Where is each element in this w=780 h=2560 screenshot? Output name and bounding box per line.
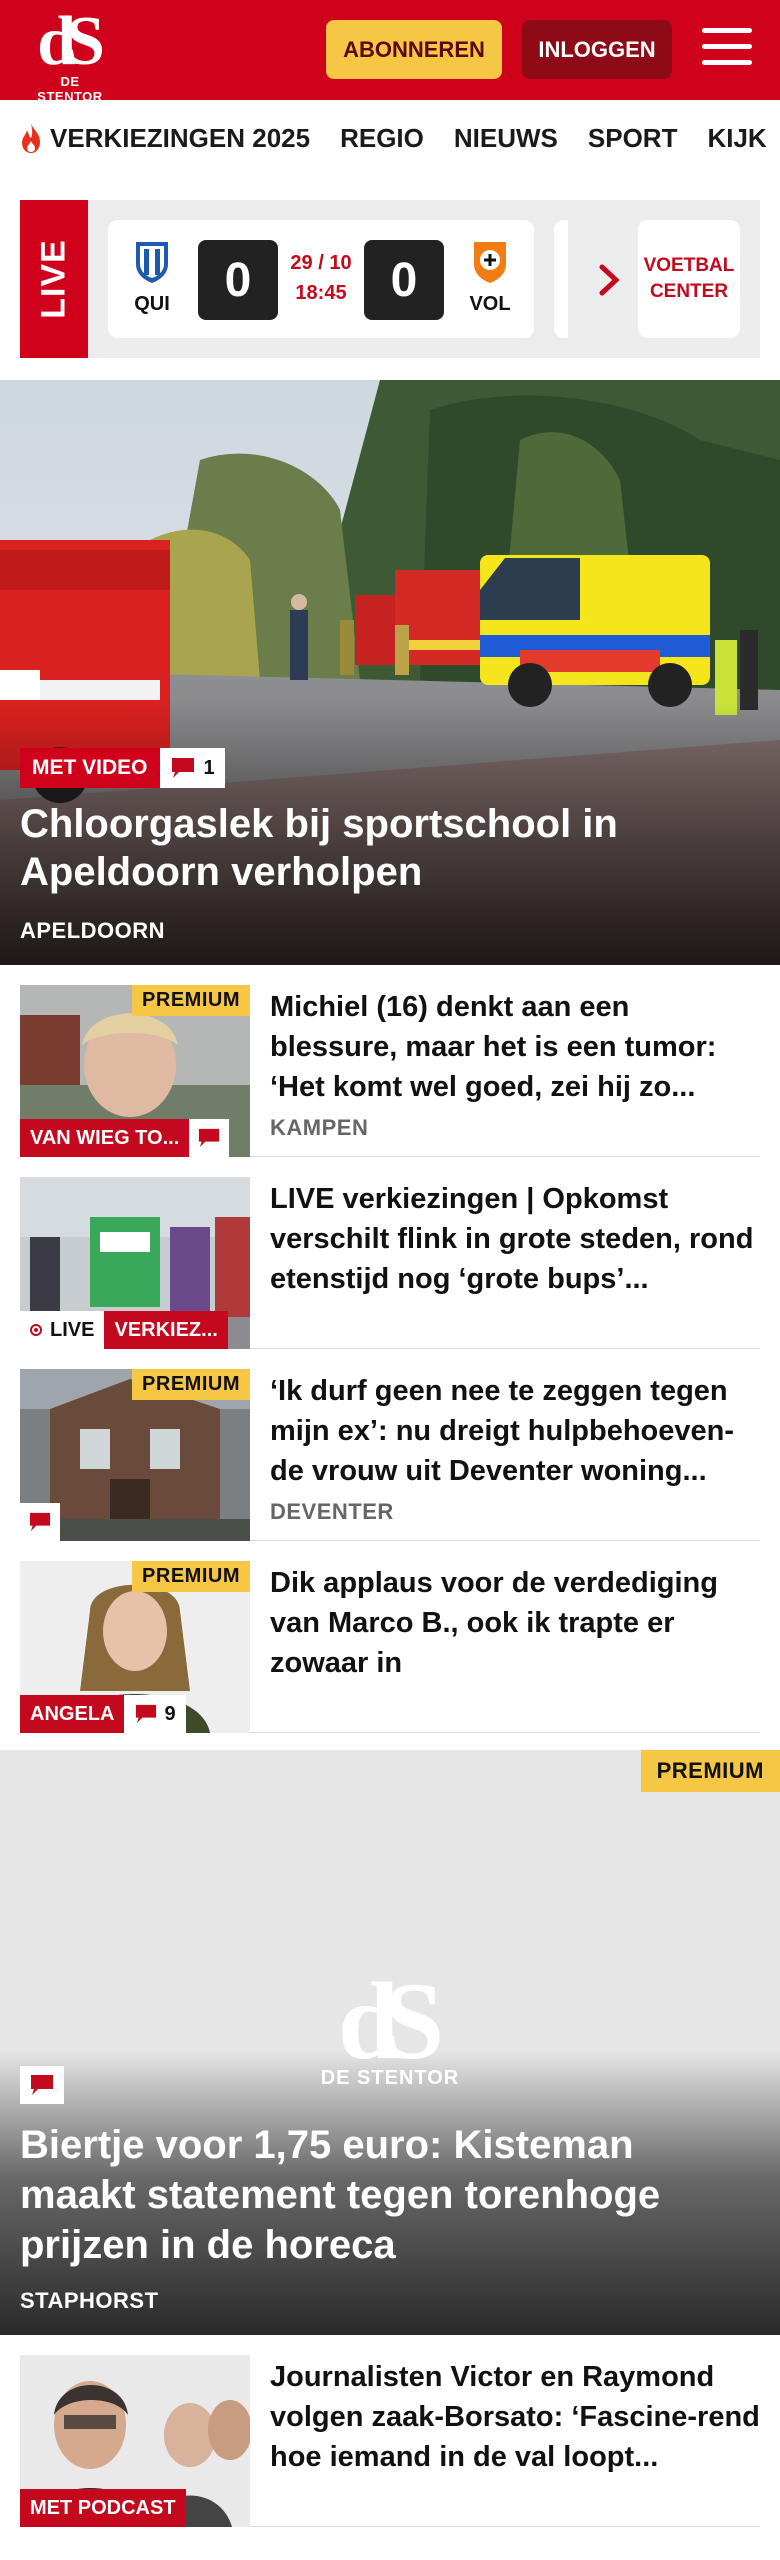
home-score: 0 [198, 240, 278, 320]
featured-location: STAPHORST [20, 2288, 159, 2313]
comment-count-badge[interactable]: 1 [159, 748, 225, 788]
match-time: 18:45 [295, 282, 347, 304]
live-scores-widget: LIVE QUI 0 29 / 10 18:45 0 VOL VOETBAL C… [20, 200, 760, 358]
article-title[interactable]: Dik applaus voor de verdediging van Marc… [270, 1563, 760, 1683]
nav-item-nieuws[interactable]: NIEUWS [454, 123, 558, 154]
live-dot-icon [30, 1324, 42, 1336]
live-tab: LIVE [20, 200, 88, 358]
placeholder-logo: dS DE STENTOR [320, 1966, 460, 2090]
home-team-crest-icon [136, 242, 168, 283]
live-label: LIVE [34, 239, 73, 319]
nav-item-label: VERKIEZINGEN 2025 [50, 122, 311, 153]
list-item[interactable]: PREMIUM VAN WIEG TO... Michiel (16) denk… [20, 965, 760, 1157]
list-item[interactable]: PREMIUM ‘Ik durf geen nee te zeggen tege… [20, 1349, 760, 1541]
hero-article[interactable]: MET VIDEO 1 Chloorgaslek bij sportschool… [0, 380, 780, 965]
match-card[interactable]: QUI 0 29 / 10 18:45 0 VOL [108, 220, 534, 338]
comment-count: 9 [164, 1702, 176, 1725]
voetbal-center-button[interactable]: VOETBAL CENTER [638, 220, 740, 338]
featured-title[interactable]: Biertje voor 1,75 euro: Kisteman maakt s… [20, 2120, 740, 2270]
match-datetime: 29 / 10 18:45 [286, 248, 356, 308]
list-item[interactable]: PREMIUM ANGELA 9 Dik applaus voor de ver… [20, 1541, 760, 1733]
match-date: 29 / 10 [290, 252, 352, 274]
hero-badges: MET VIDEO 1 [20, 748, 225, 788]
thumbnail-badges: MET PODCAST [20, 2489, 186, 2527]
flame-icon [22, 123, 40, 153]
comment-count: 1 [203, 756, 215, 779]
podcast-tag[interactable]: MET PODCAST [20, 2489, 186, 2527]
logo-mark: dS [37, 3, 105, 80]
chevron-right-icon[interactable] [590, 255, 630, 305]
article-title[interactable]: Michiel (16) denkt aan een blessure, maa… [270, 987, 760, 1107]
live-badge-label: LIVE [50, 1318, 95, 1341]
login-button[interactable]: INLOGGEN [522, 20, 672, 79]
premium-badge: PREMIUM [132, 985, 250, 1016]
away-team: VOL [460, 240, 520, 316]
comment-icon [136, 1704, 157, 1724]
away-team-crest-icon [474, 242, 506, 283]
main-nav: VERKIEZINGEN 2025 REGIO NIEUWS SPORT KIJ… [0, 100, 780, 176]
away-team-name: VOL [469, 293, 511, 315]
article-thumbnail: PREMIUM ANGELA 9 [20, 1561, 250, 1733]
nav-item-sport[interactable]: SPORT [588, 123, 678, 154]
featured-article[interactable]: PREMIUM dS DE STENTOR Biertje voor 1,75 … [0, 1750, 780, 2335]
home-team: QUI [122, 240, 182, 316]
premium-badge: PREMIUM [132, 1369, 250, 1400]
comment-icon [31, 2075, 53, 2095]
article-location: KAMPEN [270, 1115, 369, 1140]
hero-title[interactable]: Chloorgaslek bij sportschool in Apeldoor… [20, 800, 740, 896]
nav-item-regio[interactable]: REGIO [340, 123, 424, 154]
top-bar: dS DE STENTOR ABONNEREN INLOGGEN [0, 0, 780, 105]
logo[interactable]: dS DE STENTOR [28, 7, 112, 105]
nav-item-kijk[interactable]: KIJK [707, 123, 766, 154]
comment-icon [199, 1128, 220, 1148]
comment-badge[interactable] [20, 1503, 60, 1541]
list-item[interactable]: LIVE VERKIEZ... LIVE verkiezingen | Opko… [20, 1157, 760, 1349]
watermark-name: DE STENTOR [320, 2067, 460, 2089]
article-location: DEVENTER [270, 1499, 394, 1524]
menu-icon[interactable] [702, 28, 752, 72]
article-thumbnail: LIVE VERKIEZ... [20, 1177, 250, 1349]
author-tag[interactable]: ANGELA [20, 1695, 125, 1733]
premium-badge: PREMIUM [640, 1750, 780, 1792]
comment-badge[interactable] [20, 2066, 64, 2104]
subscribe-button[interactable]: ABONNEREN [326, 20, 502, 79]
article-thumbnail: PREMIUM VAN WIEG TO... [20, 985, 250, 1157]
thumbnail-badges: ANGELA 9 [20, 1695, 186, 1733]
article-thumbnail: MET PODCAST [20, 2355, 250, 2527]
article-thumbnail: PREMIUM [20, 1369, 250, 1541]
series-tag[interactable]: VAN WIEG TO... [20, 1119, 190, 1157]
away-score: 0 [364, 240, 444, 320]
article-title[interactable]: LIVE verkiezingen | Opkomst verschilt fl… [270, 1179, 760, 1299]
nav-item-verkiezingen[interactable]: VERKIEZINGEN 2025 [18, 121, 310, 155]
thumbnail-badges: LIVE VERKIEZ... [20, 1311, 228, 1349]
article-title[interactable]: Journalisten Victor en Raymond volgen za… [270, 2357, 760, 2477]
thumbnail-badges: VAN WIEG TO... [20, 1119, 230, 1157]
series-tag[interactable]: VERKIEZ... [104, 1311, 228, 1349]
article-title[interactable]: ‘Ik durf geen nee te zeggen tegen mijn e… [270, 1371, 760, 1491]
video-badge: MET VIDEO [20, 748, 160, 788]
premium-badge: PREMIUM [132, 1561, 250, 1592]
thumbnail-badges [20, 1503, 60, 1541]
comment-count-badge[interactable]: 9 [124, 1695, 186, 1733]
comment-icon [29, 1512, 51, 1532]
live-badge: LIVE [20, 1311, 105, 1349]
home-team-name: QUI [134, 293, 170, 315]
comment-badge[interactable] [189, 1119, 230, 1157]
comment-icon [171, 758, 194, 778]
hero-location: APELDOORN [20, 918, 166, 943]
watermark-mark: dS [337, 1960, 444, 2082]
next-card-stub[interactable] [554, 220, 568, 338]
list-item[interactable]: MET PODCAST Journalisten Victor en Raymo… [20, 2335, 760, 2527]
